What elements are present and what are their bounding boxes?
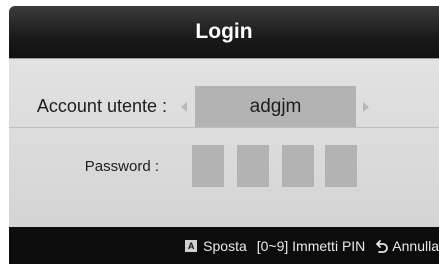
return-icon <box>376 239 389 253</box>
a-button-icon: A <box>185 239 198 252</box>
chevron-left-icon[interactable] <box>181 102 187 112</box>
cancel-hint[interactable]: Annulla <box>392 238 439 254</box>
dialog-title: Login <box>195 20 253 43</box>
row-divider <box>9 127 439 128</box>
account-label: Account utente : <box>36 96 167 116</box>
move-hint[interactable]: Sposta <box>203 238 247 254</box>
pin-digit-4[interactable] <box>325 145 357 187</box>
account-selector[interactable]: adgjm <box>195 86 356 127</box>
footer-hints: A Sposta [0~9] Immetti PIN Annulla <box>185 227 439 264</box>
pin-digit-1[interactable] <box>192 145 224 187</box>
pin-digit-3[interactable] <box>282 145 314 187</box>
dialog-body: Account utente : adgjm Password : <box>9 58 439 228</box>
login-dialog: Login Account utente : adgjm Password : … <box>9 6 439 264</box>
pin-entry-hint: [0~9] Immetti PIN <box>256 237 366 254</box>
dialog-titlebar: Login <box>9 6 439 58</box>
password-label: Password : <box>84 158 159 175</box>
footer-bar: A Sposta [0~9] Immetti PIN Annulla <box>9 227 439 264</box>
pin-digit-2[interactable] <box>237 145 269 187</box>
chevron-right-icon[interactable] <box>363 102 369 112</box>
